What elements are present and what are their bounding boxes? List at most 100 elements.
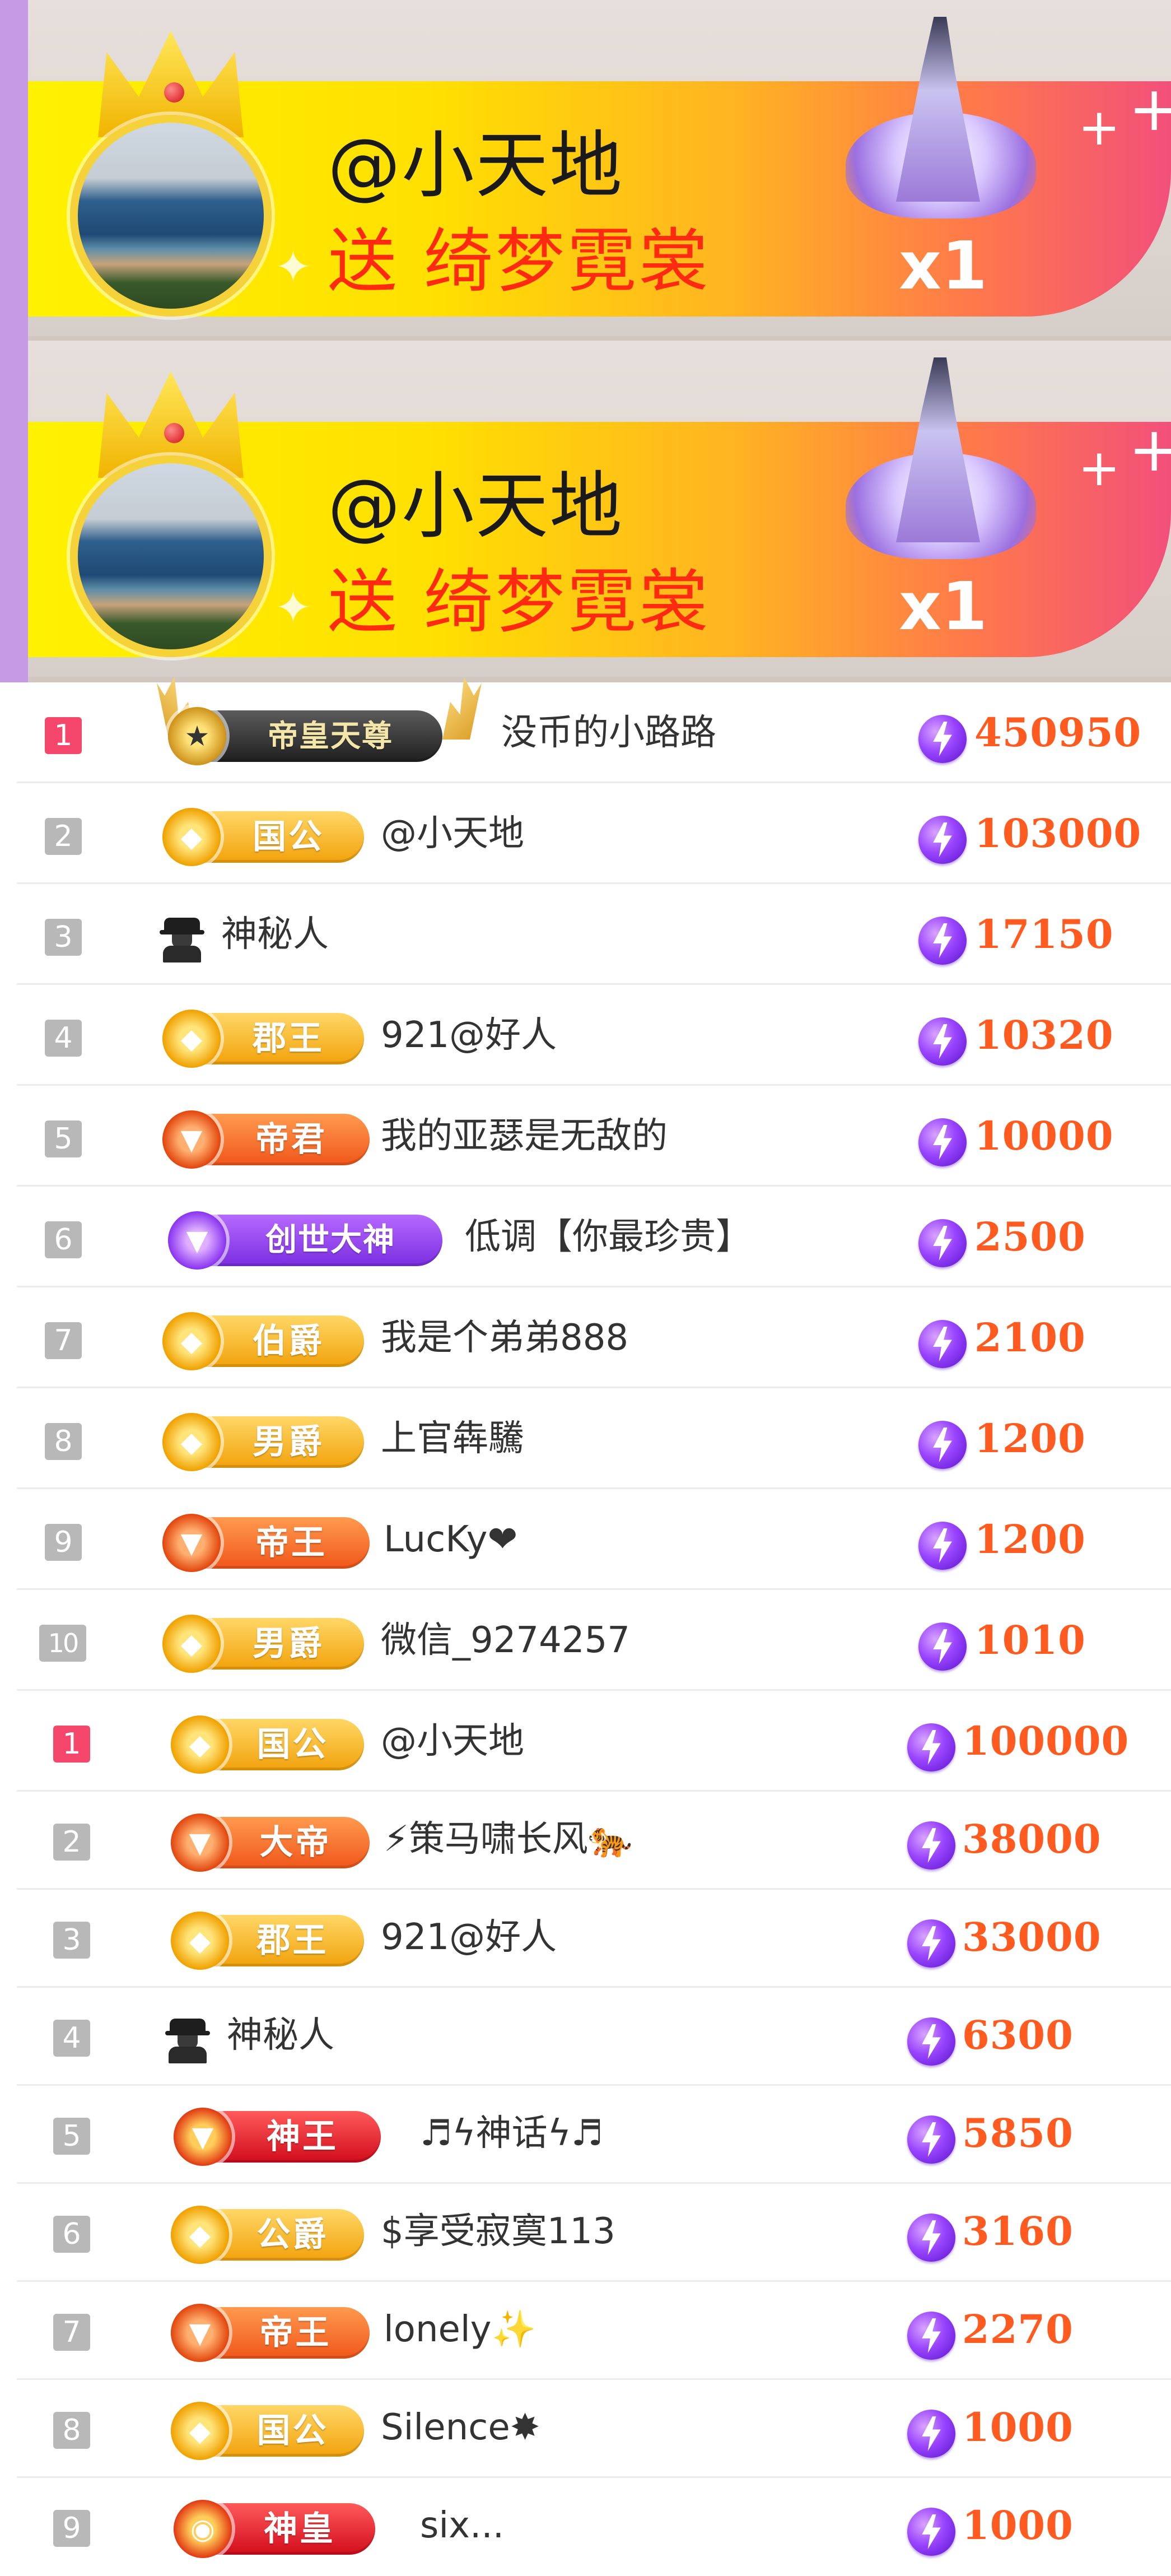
rank-number: 9 bbox=[45, 1524, 82, 1561]
lightning-coin-icon bbox=[907, 2410, 955, 2458]
ranking-row[interactable]: 3 神秘人 17150 bbox=[0, 884, 1171, 985]
score-value: 6300 bbox=[962, 2012, 1074, 2058]
user-name: ♬ϟ神话ϟ♬ bbox=[420, 2113, 604, 2154]
rank-number: 3 bbox=[45, 919, 82, 956]
ranking-row[interactable]: 3 ◆ 郡王 921@好人 33000 bbox=[0, 1887, 1171, 1988]
score-value: 1200 bbox=[974, 1516, 1086, 1563]
ranking-row[interactable]: 7 ◆ 伯爵 我是个弟弟888 2100 bbox=[0, 1287, 1171, 1388]
lightning-coin-icon bbox=[918, 715, 967, 763]
score-value: 10000 bbox=[974, 1113, 1114, 1159]
rank-number: 6 bbox=[45, 1221, 82, 1258]
medal-icon: ◆ bbox=[162, 1312, 221, 1370]
medal-icon: ◆ bbox=[162, 1010, 221, 1068]
user-name: 神秘人 bbox=[221, 914, 329, 955]
level-badge: ◆ 国公 bbox=[171, 2402, 364, 2460]
user-name: Silence✸ bbox=[381, 2407, 540, 2448]
ranking-row[interactable]: 4 神秘人 6300 bbox=[0, 1985, 1171, 2086]
badge-label: 伯爵 bbox=[253, 1322, 324, 1361]
user-name: 921@好人 bbox=[381, 1015, 557, 1056]
level-badge: ▼ 帝王 bbox=[162, 1514, 370, 1572]
score-value: 2500 bbox=[974, 1213, 1086, 1260]
gift-sender-name: @小天地 bbox=[328, 463, 624, 548]
rank-number: 4 bbox=[45, 1020, 82, 1057]
ranking-row[interactable]: 7 ▼ 帝王 lonely✨ 2270 bbox=[0, 2279, 1171, 2380]
medal-icon: ▼ bbox=[174, 2108, 232, 2166]
ranking-row[interactable]: 1 ★ 帝皇天尊 没币的小路路 450950 bbox=[0, 677, 1171, 783]
score-value: 450950 bbox=[974, 709, 1142, 756]
lightning-coin-icon bbox=[918, 1320, 967, 1368]
medal-icon: ▼ bbox=[171, 1814, 229, 1872]
user-name: 我的亚瑟是无敌的 bbox=[381, 1115, 668, 1157]
level-badge: ◆ 公爵 bbox=[171, 2206, 364, 2264]
medal-icon: ▼ bbox=[162, 1110, 221, 1169]
gift-banner: @小天地 送 绮梦霓裳 x1 + + ✦ bbox=[28, 0, 1171, 336]
ranking-row[interactable]: 6 ▼ 创世大神 低调【你最珍贵】 2500 bbox=[0, 1187, 1171, 1287]
ranking-row[interactable]: 8 ◆ 国公 Silence✸ 1000 bbox=[0, 2377, 1171, 2478]
crown-gem-icon bbox=[164, 82, 184, 103]
badge-label: 帝王 bbox=[255, 1523, 327, 1563]
badge-label: 国公 bbox=[256, 2411, 329, 2451]
level-badge: ◆ 郡王 bbox=[162, 1010, 364, 1068]
medal-icon: ◆ bbox=[162, 1615, 221, 1673]
user-name: 低调【你最珍贵】 bbox=[465, 1216, 752, 1258]
ranking-row[interactable]: 1 ◆ 国公 @小天地 100000 bbox=[0, 1691, 1171, 1792]
ranking-row[interactable]: 2 ◆ 国公 @小天地 103000 bbox=[0, 783, 1171, 884]
lightning-coin-icon bbox=[918, 816, 967, 864]
score-value: 33000 bbox=[962, 1914, 1102, 1960]
sparkle-icon: ✦ bbox=[274, 582, 312, 634]
badge-label: 帝皇天尊 bbox=[268, 718, 393, 754]
badge-label: 创世大神 bbox=[265, 1222, 395, 1258]
badge-label: 神王 bbox=[267, 2117, 338, 2156]
lightning-coin-icon bbox=[918, 1421, 967, 1469]
score-value: 1010 bbox=[974, 1617, 1086, 1663]
avatar[interactable] bbox=[70, 115, 272, 317]
ranking-row[interactable]: 10 ◆ 男爵 微信_9274257 1010 bbox=[0, 1590, 1171, 1691]
ranking-row[interactable]: 4 ◆ 郡王 921@好人 10320 bbox=[0, 985, 1171, 1086]
lightning-coin-icon bbox=[918, 1219, 967, 1267]
level-badge: ◆ 国公 bbox=[171, 1715, 364, 1774]
level-badge: ◉ 神皇 bbox=[174, 2500, 375, 2558]
badge-label: 帝王 bbox=[259, 2313, 332, 2352]
user-name: @小天地 bbox=[381, 1721, 524, 1762]
lightning-coin-icon bbox=[918, 1622, 967, 1671]
gift-count: x1 bbox=[899, 568, 988, 645]
sender-avatar-frame bbox=[53, 31, 288, 322]
sender-avatar-frame bbox=[53, 371, 288, 663]
rank-number: 4 bbox=[53, 2020, 90, 2057]
ranking-row[interactable]: 8 ◆ 男爵 上官犇驣 1200 bbox=[0, 1388, 1171, 1489]
medal-icon: ◆ bbox=[162, 808, 221, 866]
ranking-row[interactable]: 9 ◉ 神皇 six... 1000 bbox=[0, 2475, 1171, 2564]
medal-icon: ▼ bbox=[168, 1211, 226, 1270]
lightning-coin-icon bbox=[907, 2017, 955, 2066]
user-name: ⚡策马啸长风🐅 bbox=[384, 1819, 633, 1860]
wing-icon bbox=[442, 677, 482, 740]
sparkle-icon: + bbox=[1128, 413, 1171, 485]
user-name: $享受寂寞113 bbox=[381, 2211, 615, 2252]
gift-banner: @小天地 送 绮梦霓裳 x1 + + ✦ bbox=[28, 341, 1171, 677]
gift-count: x1 bbox=[899, 227, 988, 304]
gift-description: 送 绮梦霓裳 bbox=[328, 221, 711, 302]
badge-label: 郡王 bbox=[256, 1921, 329, 1960]
ranking-row[interactable]: 5 ▼ 帝君 我的亚瑟是无敌的 10000 bbox=[0, 1086, 1171, 1187]
rank-number: 7 bbox=[45, 1322, 82, 1359]
lightning-coin-icon bbox=[918, 917, 967, 965]
level-badge: ★ 帝皇天尊 bbox=[168, 707, 442, 765]
user-name: lonely✨ bbox=[384, 2309, 536, 2350]
ranking-row[interactable]: 9 ▼ 帝王 LucKy❤ 1200 bbox=[0, 1489, 1171, 1590]
badge-label: 男爵 bbox=[253, 1422, 324, 1462]
rank-number: 10 bbox=[39, 1625, 86, 1662]
ranking-row[interactable]: 5 ▼ 神王 ♬ϟ神话ϟ♬ 5850 bbox=[0, 2083, 1171, 2184]
lightning-coin-icon bbox=[907, 1821, 955, 1870]
avatar[interactable] bbox=[70, 455, 272, 657]
level-badge: ◆ 男爵 bbox=[162, 1615, 364, 1673]
score-value: 100000 bbox=[962, 1718, 1130, 1764]
rank-number: 2 bbox=[45, 818, 82, 855]
ranking-row[interactable]: 2 ▼ 大帝 ⚡策马啸长风🐅 38000 bbox=[0, 1789, 1171, 1890]
lightning-coin-icon bbox=[907, 2508, 955, 2556]
user-name: @小天地 bbox=[381, 813, 524, 854]
medal-icon: ▼ bbox=[171, 2304, 229, 2362]
ranking-row[interactable]: 6 ◆ 公爵 $享受寂寞113 3160 bbox=[0, 2181, 1171, 2282]
gift-sender-name: @小天地 bbox=[328, 123, 624, 208]
score-value: 3160 bbox=[962, 2208, 1074, 2254]
crown-gem-icon bbox=[164, 423, 184, 443]
